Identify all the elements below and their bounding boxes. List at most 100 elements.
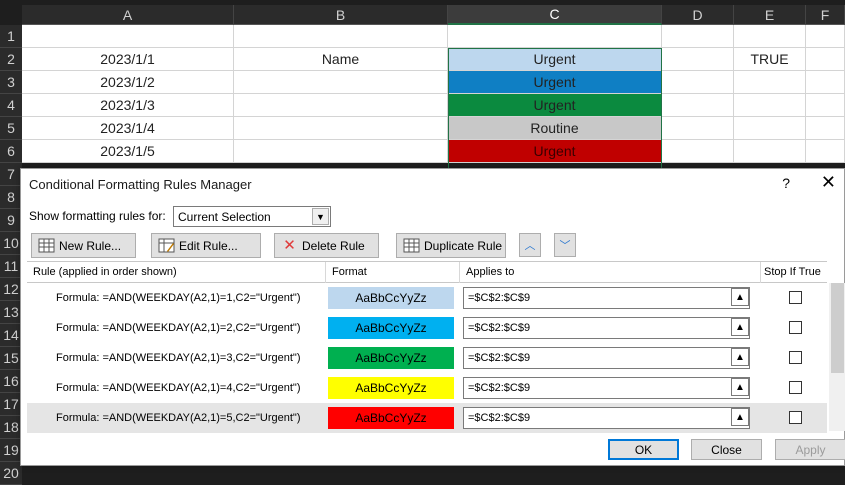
ok-button[interactable]: OK	[608, 439, 679, 460]
row-header[interactable]: 3	[0, 71, 22, 94]
row-header[interactable]: 1	[0, 25, 22, 48]
close-icon[interactable]: ✕	[821, 173, 836, 191]
apply-button[interactable]: Apply	[775, 439, 845, 460]
cell-d5[interactable]	[662, 117, 734, 140]
row-header[interactable]: 20	[0, 462, 22, 485]
column-header-e[interactable]: E	[734, 5, 806, 25]
cell-e2[interactable]: TRUE	[734, 48, 806, 71]
column-header-d[interactable]: D	[662, 5, 734, 25]
show-rules-select[interactable]: Current Selection ▼	[173, 206, 331, 227]
rule-row[interactable]: Formula: =AND(WEEKDAY(A2,1)=4,C2="Urgent…	[27, 373, 827, 403]
stop-if-true-checkbox[interactable]	[789, 321, 802, 334]
rule-row[interactable]: Formula: =AND(WEEKDAY(A2,1)=1,C2="Urgent…	[27, 283, 827, 313]
cell-f6[interactable]	[806, 140, 845, 163]
collapse-dialog-icon[interactable]: ▲	[731, 408, 749, 426]
row-header[interactable]: 6	[0, 140, 22, 163]
cell-b1[interactable]	[234, 25, 448, 48]
column-header-f[interactable]: F	[806, 5, 845, 25]
cell-d3[interactable]	[662, 71, 734, 94]
cell-e4[interactable]	[734, 94, 806, 117]
help-button[interactable]: ?	[782, 175, 790, 191]
column-header-c[interactable]: C	[448, 5, 662, 25]
row-header[interactable]: 14	[0, 324, 22, 347]
chevron-down-icon[interactable]: ▼	[312, 208, 329, 225]
edit-icon	[158, 238, 175, 253]
column-header-a[interactable]: A	[22, 5, 234, 25]
row-header[interactable]: 17	[0, 393, 22, 416]
rule-row[interactable]: Formula: =AND(WEEKDAY(A2,1)=2,C2="Urgent…	[27, 313, 827, 343]
cell-b5[interactable]	[234, 117, 448, 140]
column-header-b[interactable]: B	[234, 5, 448, 25]
cell-a5[interactable]: 2023/1/4	[22, 117, 234, 140]
row-header[interactable]: 7	[0, 163, 22, 186]
close-button[interactable]: Close	[691, 439, 762, 460]
collapse-dialog-icon[interactable]: ▲	[731, 378, 749, 396]
row-header[interactable]: 11	[0, 255, 22, 278]
format-preview: AaBbCcYyZz	[328, 407, 454, 429]
cell-b3[interactable]	[234, 71, 448, 94]
chevron-down-icon: ﹀	[559, 240, 571, 252]
rule-formula: Formula: =AND(WEEKDAY(A2,1)=4,C2="Urgent…	[56, 382, 301, 394]
move-down-button[interactable]: ﹀	[554, 233, 576, 257]
move-up-button[interactable]: ︿	[519, 233, 541, 257]
delete-rule-button[interactable]: ✕ Delete Rule	[274, 233, 379, 258]
duplicate-rule-button[interactable]: Duplicate Rule	[396, 233, 506, 258]
row-header[interactable]: 13	[0, 301, 22, 324]
collapse-dialog-icon[interactable]: ▲	[731, 318, 749, 336]
cell-e3[interactable]	[734, 71, 806, 94]
cell-a3[interactable]: 2023/1/2	[22, 71, 234, 94]
row-header[interactable]: 4	[0, 94, 22, 117]
stop-if-true-checkbox[interactable]	[789, 411, 802, 424]
cell-f4[interactable]	[806, 94, 845, 117]
cell-c1[interactable]	[448, 25, 662, 48]
rules-scrollbar[interactable]	[829, 283, 845, 431]
scrollbar-thumb[interactable]	[831, 283, 844, 373]
cell-e6[interactable]	[734, 140, 806, 163]
row-header[interactable]: 10	[0, 232, 22, 255]
applies-to-input[interactable]: =$C$2:$C$9	[463, 377, 750, 399]
row-header[interactable]: 8	[0, 186, 22, 209]
applies-to-input[interactable]: =$C$2:$C$9	[463, 317, 750, 339]
cell-d6[interactable]	[662, 140, 734, 163]
applies-to-input[interactable]: =$C$2:$C$9	[463, 407, 750, 429]
cell-d4[interactable]	[662, 94, 734, 117]
applies-to-input[interactable]: =$C$2:$C$9	[463, 347, 750, 369]
cell-e5[interactable]	[734, 117, 806, 140]
new-rule-button[interactable]: New Rule...	[31, 233, 136, 258]
rule-row-selected[interactable]: Formula: =AND(WEEKDAY(A2,1)=5,C2="Urgent…	[27, 403, 827, 433]
cell-a6[interactable]: 2023/1/5	[22, 140, 234, 163]
row-header[interactable]: 12	[0, 278, 22, 301]
row-header[interactable]: 5	[0, 117, 22, 140]
edit-rule-button[interactable]: Edit Rule...	[151, 233, 261, 258]
cell-b6[interactable]	[234, 140, 448, 163]
cell-a1[interactable]	[22, 25, 234, 48]
row-header[interactable]: 2	[0, 48, 22, 71]
cell-f2[interactable]	[806, 48, 845, 71]
cell-f1[interactable]	[806, 25, 845, 48]
cell-f5[interactable]	[806, 117, 845, 140]
stop-if-true-checkbox[interactable]	[789, 351, 802, 364]
row-header[interactable]: 18	[0, 416, 22, 439]
rule-row[interactable]: Formula: =AND(WEEKDAY(A2,1)=3,C2="Urgent…	[27, 343, 827, 373]
row-header[interactable]: 19	[0, 439, 22, 462]
stop-if-true-checkbox[interactable]	[789, 291, 802, 304]
cell-d1[interactable]	[662, 25, 734, 48]
stop-if-true-checkbox[interactable]	[789, 381, 802, 394]
cell-a4[interactable]: 2023/1/3	[22, 94, 234, 117]
cell-d2[interactable]	[662, 48, 734, 71]
collapse-dialog-icon[interactable]: ▲	[731, 288, 749, 306]
cell-b4[interactable]	[234, 94, 448, 117]
cell-b2[interactable]: Name	[234, 48, 448, 71]
rules-table-header: Rule (applied in order shown) Format App…	[27, 261, 827, 284]
cell-f3[interactable]	[806, 71, 845, 94]
applies-to-input[interactable]: =$C$2:$C$9	[463, 287, 750, 309]
row-header[interactable]: 16	[0, 370, 22, 393]
cell-a2[interactable]: 2023/1/1	[22, 48, 234, 71]
row-header[interactable]: 15	[0, 347, 22, 370]
rule-formula: Formula: =AND(WEEKDAY(A2,1)=2,C2="Urgent…	[56, 322, 301, 334]
row-header[interactable]: 9	[0, 209, 22, 232]
format-preview: AaBbCcYyZz	[328, 377, 454, 399]
delete-icon: ✕	[283, 237, 296, 254]
cell-e1[interactable]	[734, 25, 806, 48]
collapse-dialog-icon[interactable]: ▲	[731, 348, 749, 366]
